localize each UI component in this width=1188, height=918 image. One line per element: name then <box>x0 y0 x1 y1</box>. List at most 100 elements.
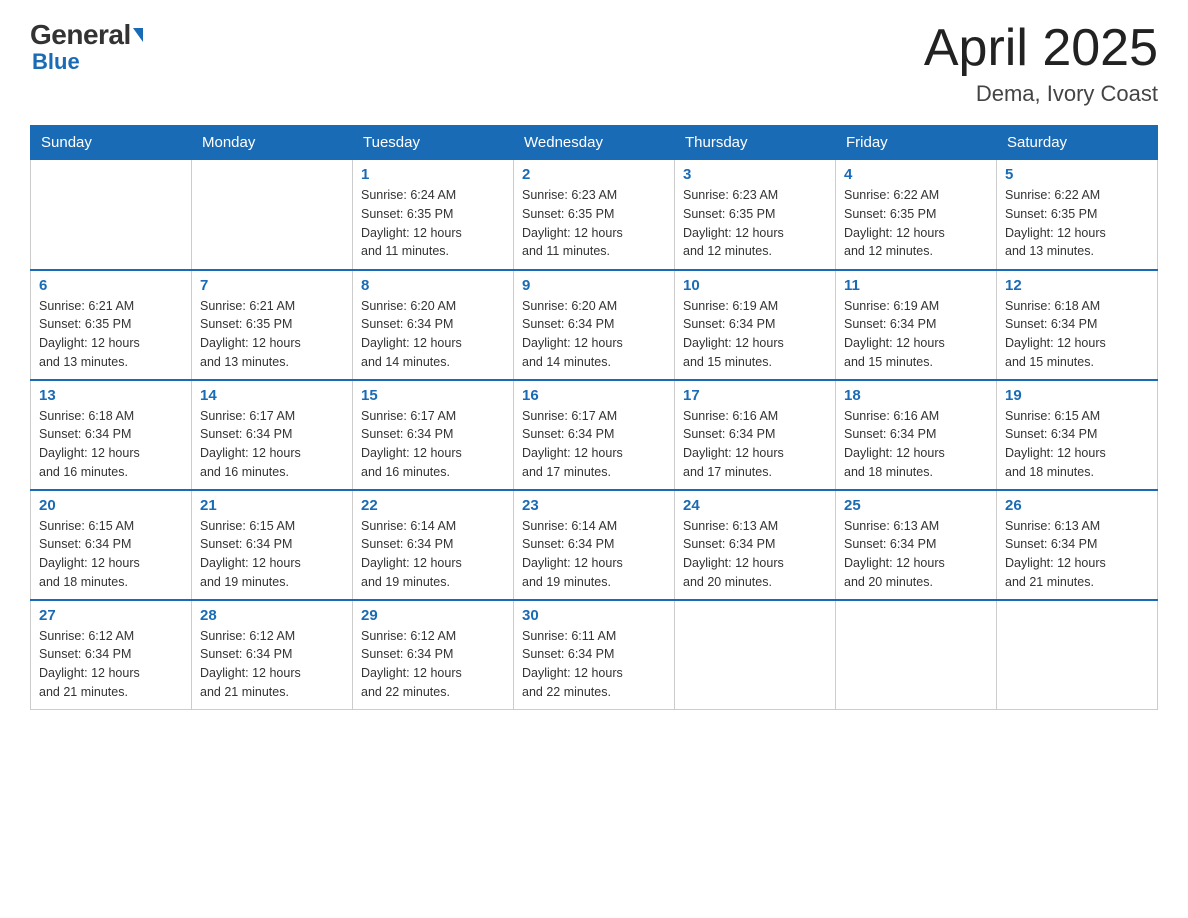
day-number: 5 <box>1005 166 1149 183</box>
day-info: Sunrise: 6:22 AMSunset: 6:35 PMDaylight:… <box>1005 186 1149 261</box>
calendar-week-row: 27Sunrise: 6:12 AMSunset: 6:34 PMDayligh… <box>31 600 1158 710</box>
day-number: 19 <box>1005 387 1149 404</box>
calendar-cell: 7 Sunrise: 6:21 AMSunset: 6:35 PMDaylight… <box>192 270 353 380</box>
day-number: 20 <box>39 497 183 514</box>
day-info: Sunrise: 6:14 AMSunset: 6:34 PMDaylight:… <box>522 517 666 592</box>
header-sunday: Sunday <box>31 126 192 160</box>
day-info: Sunrise: 6:19 AMSunset: 6:34 PMDaylight:… <box>683 297 827 372</box>
day-info: Sunrise: 6:23 AMSunset: 6:35 PMDaylight:… <box>522 186 666 261</box>
day-number: 9 <box>522 277 666 294</box>
calendar-cell <box>675 600 836 710</box>
day-info: Sunrise: 6:21 AMSunset: 6:35 PMDaylight:… <box>200 297 344 372</box>
day-info: Sunrise: 6:17 AMSunset: 6:34 PMDaylight:… <box>361 407 505 482</box>
day-info: Sunrise: 6:15 AMSunset: 6:34 PMDaylight:… <box>200 517 344 592</box>
day-number: 4 <box>844 166 988 183</box>
day-number: 28 <box>200 607 344 624</box>
calendar-cell: 21 Sunrise: 6:15 AMSunset: 6:34 PMDayligh… <box>192 490 353 600</box>
day-number: 3 <box>683 166 827 183</box>
title-area: April 2025 Dema, Ivory Coast <box>924 20 1158 107</box>
calendar-cell <box>997 600 1158 710</box>
day-number: 24 <box>683 497 827 514</box>
calendar-week-row: 20 Sunrise: 6:15 AMSunset: 6:34 PMDayligh… <box>31 490 1158 600</box>
day-number: 16 <box>522 387 666 404</box>
calendar-cell: 6Sunrise: 6:21 AMSunset: 6:35 PMDaylight… <box>31 270 192 380</box>
calendar-cell: 27Sunrise: 6:12 AMSunset: 6:34 PMDayligh… <box>31 600 192 710</box>
day-info: Sunrise: 6:17 AMSunset: 6:34 PMDaylight:… <box>522 407 666 482</box>
logo-blue: Blue <box>32 49 80 75</box>
calendar-cell <box>836 600 997 710</box>
calendar-cell: 10 Sunrise: 6:19 AMSunset: 6:34 PMDayligh… <box>675 270 836 380</box>
header-friday: Friday <box>836 126 997 160</box>
calendar-cell: 8 Sunrise: 6:20 AMSunset: 6:34 PMDaylight… <box>353 270 514 380</box>
calendar-cell: 22 Sunrise: 6:14 AMSunset: 6:34 PMDayligh… <box>353 490 514 600</box>
day-info: Sunrise: 6:13 AMSunset: 6:34 PMDaylight:… <box>844 517 988 592</box>
calendar-cell: 19Sunrise: 6:15 AMSunset: 6:34 PMDayligh… <box>997 380 1158 490</box>
logo-general: General <box>30 20 143 51</box>
calendar-table: SundayMondayTuesdayWednesdayThursdayFrid… <box>30 125 1158 710</box>
header: General Blue April 2025 Dema, Ivory Coas… <box>30 20 1158 107</box>
calendar-cell: 24 Sunrise: 6:13 AMSunset: 6:34 PMDayligh… <box>675 490 836 600</box>
day-number: 15 <box>361 387 505 404</box>
day-info: Sunrise: 6:12 AMSunset: 6:34 PMDaylight:… <box>361 627 505 702</box>
day-number: 12 <box>1005 277 1149 294</box>
day-number: 29 <box>361 607 505 624</box>
day-info: Sunrise: 6:14 AMSunset: 6:34 PMDaylight:… <box>361 517 505 592</box>
day-number: 14 <box>200 387 344 404</box>
day-number: 10 <box>683 277 827 294</box>
calendar-cell: 18 Sunrise: 6:16 AMSunset: 6:34 PMDayligh… <box>836 380 997 490</box>
day-info: Sunrise: 6:22 AMSunset: 6:35 PMDaylight:… <box>844 186 988 261</box>
header-saturday: Saturday <box>997 126 1158 160</box>
calendar-cell: 17Sunrise: 6:16 AMSunset: 6:34 PMDayligh… <box>675 380 836 490</box>
header-tuesday: Tuesday <box>353 126 514 160</box>
day-number: 30 <box>522 607 666 624</box>
day-number: 21 <box>200 497 344 514</box>
calendar-cell: 13 Sunrise: 6:18 AMSunset: 6:34 PMDayligh… <box>31 380 192 490</box>
day-info: Sunrise: 6:13 AMSunset: 6:34 PMDaylight:… <box>1005 517 1149 592</box>
calendar-week-row: 13 Sunrise: 6:18 AMSunset: 6:34 PMDayligh… <box>31 380 1158 490</box>
day-info: Sunrise: 6:18 AMSunset: 6:34 PMDaylight:… <box>1005 297 1149 372</box>
day-info: Sunrise: 6:12 AMSunset: 6:34 PMDaylight:… <box>200 627 344 702</box>
calendar-cell: 20 Sunrise: 6:15 AMSunset: 6:34 PMDayligh… <box>31 490 192 600</box>
day-number: 18 <box>844 387 988 404</box>
calendar-cell: 15 Sunrise: 6:17 AMSunset: 6:34 PMDayligh… <box>353 380 514 490</box>
calendar-title: April 2025 <box>924 20 1158 77</box>
day-info: Sunrise: 6:13 AMSunset: 6:34 PMDaylight:… <box>683 517 827 592</box>
calendar-cell: 23 Sunrise: 6:14 AMSunset: 6:34 PMDayligh… <box>514 490 675 600</box>
day-number: 7 <box>200 277 344 294</box>
day-info: Sunrise: 6:23 AMSunset: 6:35 PMDaylight:… <box>683 186 827 261</box>
day-info: Sunrise: 6:24 AMSunset: 6:35 PMDaylight:… <box>361 186 505 261</box>
day-info: Sunrise: 6:18 AMSunset: 6:34 PMDaylight:… <box>39 407 183 482</box>
calendar-cell: 9 Sunrise: 6:20 AMSunset: 6:34 PMDaylight… <box>514 270 675 380</box>
day-info: Sunrise: 6:15 AMSunset: 6:34 PMDaylight:… <box>39 517 183 592</box>
header-monday: Monday <box>192 126 353 160</box>
day-number: 2 <box>522 166 666 183</box>
calendar-cell: 26Sunrise: 6:13 AMSunset: 6:34 PMDayligh… <box>997 490 1158 600</box>
calendar-cell: 1Sunrise: 6:24 AMSunset: 6:35 PMDaylight… <box>353 160 514 270</box>
day-info: Sunrise: 6:21 AMSunset: 6:35 PMDaylight:… <box>39 297 183 372</box>
calendar-cell: 3 Sunrise: 6:23 AMSunset: 6:35 PMDaylight… <box>675 160 836 270</box>
day-info: Sunrise: 6:20 AMSunset: 6:34 PMDaylight:… <box>361 297 505 372</box>
calendar-cell <box>192 160 353 270</box>
day-number: 25 <box>844 497 988 514</box>
calendar-cell: 12 Sunrise: 6:18 AMSunset: 6:34 PMDayligh… <box>997 270 1158 380</box>
calendar-cell: 28 Sunrise: 6:12 AMSunset: 6:34 PMDayligh… <box>192 600 353 710</box>
day-number: 13 <box>39 387 183 404</box>
day-number: 22 <box>361 497 505 514</box>
day-info: Sunrise: 6:16 AMSunset: 6:34 PMDaylight:… <box>683 407 827 482</box>
calendar-cell: 16 Sunrise: 6:17 AMSunset: 6:34 PMDayligh… <box>514 380 675 490</box>
day-number: 23 <box>522 497 666 514</box>
day-info: Sunrise: 6:19 AMSunset: 6:34 PMDaylight:… <box>844 297 988 372</box>
day-info: Sunrise: 6:11 AMSunset: 6:34 PMDaylight:… <box>522 627 666 702</box>
calendar-header-row: SundayMondayTuesdayWednesdayThursdayFrid… <box>31 126 1158 160</box>
calendar-week-row: 1Sunrise: 6:24 AMSunset: 6:35 PMDaylight… <box>31 160 1158 270</box>
header-thursday: Thursday <box>675 126 836 160</box>
header-wednesday: Wednesday <box>514 126 675 160</box>
calendar-cell: 30 Sunrise: 6:11 AMSunset: 6:34 PMDayligh… <box>514 600 675 710</box>
day-info: Sunrise: 6:17 AMSunset: 6:34 PMDaylight:… <box>200 407 344 482</box>
day-info: Sunrise: 6:16 AMSunset: 6:34 PMDaylight:… <box>844 407 988 482</box>
day-info: Sunrise: 6:20 AMSunset: 6:34 PMDaylight:… <box>522 297 666 372</box>
calendar-cell: 29 Sunrise: 6:12 AMSunset: 6:34 PMDayligh… <box>353 600 514 710</box>
logo-triangle-icon <box>133 28 143 42</box>
day-number: 8 <box>361 277 505 294</box>
calendar-cell: 25 Sunrise: 6:13 AMSunset: 6:34 PMDayligh… <box>836 490 997 600</box>
